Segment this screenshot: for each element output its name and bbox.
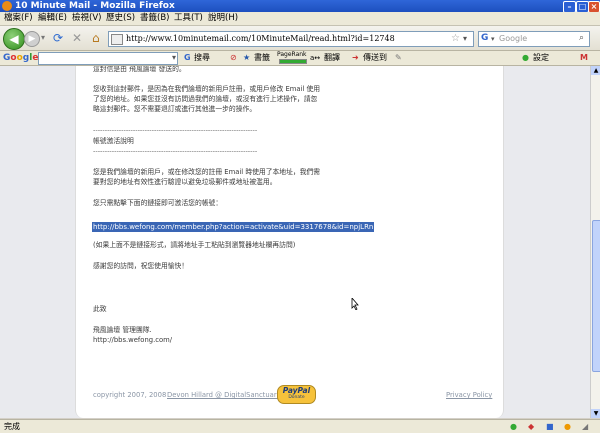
google-toolbar: Google ▾ G 搜尋 ⊘ ★ 書籤 PageRank a↔ 翻譯 ➜ 傳送…: [0, 51, 600, 66]
google-search-button[interactable]: 搜尋: [194, 52, 210, 64]
menu-edit[interactable]: 編輯(E): [38, 13, 67, 24]
settings-icon[interactable]: ●: [522, 52, 529, 64]
stop-icon[interactable]: ✕: [72, 31, 82, 45]
highlight-icon[interactable]: ✎: [395, 52, 402, 64]
google-translate-button[interactable]: 翻譯: [324, 52, 340, 64]
window-titlebar: 10 Minute Mail - Mozilla Firefox – □ ×: [0, 0, 600, 13]
google-search-dropdown-icon[interactable]: ▾: [172, 52, 176, 64]
mail-intro-line: 這封信是由 飛風論壇 發送的。: [93, 66, 186, 73]
gmail-icon[interactable]: M: [580, 52, 588, 64]
paypal-label: PayPal: [282, 386, 311, 395]
url-bar[interactable]: http://www.10minutemail.com/10MinuteMail…: [108, 31, 474, 47]
menu-view[interactable]: 檢視(V): [72, 13, 101, 24]
mail-para4: (如果上面不是鏈接形式，請將地址手工粘貼到瀏覽器地址欄再訪問): [93, 241, 296, 249]
search-box[interactable]: G ▾ Google ⌕: [478, 31, 590, 47]
scroll-thumb[interactable]: [592, 220, 600, 372]
translate-icon[interactable]: a↔: [310, 52, 320, 64]
separator-top: ----------------------------------------…: [93, 126, 258, 134]
mail-closing: 此致: [93, 305, 107, 313]
resize-grip-icon: ◢: [582, 422, 589, 431]
google-settings-button[interactable]: 設定: [533, 52, 549, 64]
section-title: 帳號激活說明: [93, 137, 134, 145]
google-logo[interactable]: Google: [3, 52, 38, 64]
activation-link[interactable]: http://bbs.wefong.com/member.php?action=…: [92, 222, 375, 232]
status-icon-3[interactable]: ■: [546, 421, 554, 432]
vertical-scrollbar[interactable]: ▲ ▼: [590, 66, 600, 418]
search-placeholder: Google: [499, 34, 528, 43]
search-icon[interactable]: ⌕: [579, 32, 584, 45]
separator-bottom: ----------------------------------------…: [93, 147, 258, 155]
mail-para1-line3: 略這封郵件。您不需要退訂或進行其他進一步的操作。: [93, 105, 257, 113]
status-text: 完成: [4, 422, 20, 431]
home-icon[interactable]: ⌂: [92, 31, 100, 45]
menu-help[interactable]: 說明(H): [208, 13, 238, 24]
mail-para2-line1: 您是我們論壇的新用戶，或在修改您的註冊 Email 時使用了本地址，我們需: [93, 168, 321, 176]
page-viewport: 這封信是由 飛風論壇 發送的。 您收到這封郵件，是因為在我們論壇的新用戶註冊，或…: [0, 66, 590, 418]
status-icon-4[interactable]: ●: [564, 421, 571, 432]
forward-button[interactable]: ▶: [24, 31, 40, 47]
copyright-text: copyright 2007, 2008: [93, 391, 167, 399]
mail-para1-line1: 您收到這封郵件，是因為在我們論壇的新用戶註冊，或用戶修改 Email 使用: [93, 85, 321, 93]
mail-content-panel: 這封信是由 飛風論壇 發送的。 您收到這封郵件，是因為在我們論壇的新用戶註冊，或…: [75, 66, 504, 418]
google-sendto-button[interactable]: 傳送到: [363, 52, 387, 64]
window-title: 10 Minute Mail - Mozilla Firefox: [15, 1, 175, 11]
menu-tools[interactable]: 工具(T): [174, 13, 203, 24]
status-icon-2[interactable]: ◆: [528, 421, 534, 432]
firefox-icon: [2, 1, 12, 11]
popup-blocker-icon[interactable]: ⊘: [230, 52, 237, 64]
menu-history[interactable]: 歷史(S): [106, 13, 135, 24]
mouse-cursor-icon: [351, 298, 359, 310]
engine-dropdown-icon[interactable]: ▾: [491, 33, 495, 45]
mail-para5: 感謝您的訪問，祝您使用愉快！: [93, 262, 189, 270]
site-url[interactable]: http://bbs.wefong.com/: [93, 336, 172, 345]
history-dropdown-icon[interactable]: ▾: [41, 31, 45, 45]
mail-para1-line2: 了您的地址。如果您並沒有訪問過我們的論壇，或沒有進行上述操作，請忽: [93, 95, 318, 103]
privacy-policy-link[interactable]: Privacy Policy: [446, 391, 492, 400]
status-icon-1[interactable]: ●: [510, 421, 517, 432]
bookmark-star-icon[interactable]: ☆: [451, 32, 460, 45]
bookmark-star-icon[interactable]: ★: [243, 52, 250, 64]
menu-file[interactable]: 檔案(F): [4, 13, 33, 24]
pagerank-label: PageRank: [277, 51, 307, 58]
reload-icon[interactable]: ⟳: [53, 31, 63, 45]
paypal-donate-button[interactable]: PayPal Donate: [277, 385, 316, 404]
donate-label: Donate: [288, 395, 305, 400]
url-text: http://www.10minutemail.com/10MinuteMail…: [126, 34, 395, 43]
url-dropdown-icon[interactable]: ▾: [463, 32, 467, 45]
pagerank-bar: [279, 59, 307, 64]
send-to-icon[interactable]: ➜: [352, 52, 359, 64]
google-search-icon[interactable]: G: [184, 52, 191, 64]
mail-signature: 飛風論壇 管理團隊.: [93, 326, 152, 334]
google-bookmarks-button[interactable]: 書籤: [254, 52, 270, 64]
back-button[interactable]: ◀: [3, 28, 25, 50]
status-bar: 完成 ● ◆ ■ ● ◢: [0, 419, 600, 433]
author-link[interactable]: Devon Hillard @ DigitalSanctuary: [167, 391, 281, 400]
scroll-down-arrow-icon[interactable]: ▼: [591, 409, 600, 418]
scroll-up-arrow-icon[interactable]: ▲: [591, 66, 600, 75]
google-search-input[interactable]: [38, 52, 178, 65]
menu-bookmarks[interactable]: 書籤(B): [140, 13, 169, 24]
mail-para2-line2: 要對您的地址有效性進行驗證以避免垃圾郵件或地址被濫用。: [93, 178, 277, 186]
page-favicon: [111, 34, 123, 45]
mail-para3: 您只需點擊下面的鏈接即可激活您的帳號：: [93, 199, 223, 207]
navigation-toolbar: ◀ ▶ ▾ ⟳ ✕ ⌂ http://www.10minutemail.com/…: [0, 26, 600, 51]
menu-bar: 檔案(F) 編輯(E) 檢視(V) 歷史(S) 書籤(B) 工具(T) 說明(H…: [0, 12, 600, 26]
